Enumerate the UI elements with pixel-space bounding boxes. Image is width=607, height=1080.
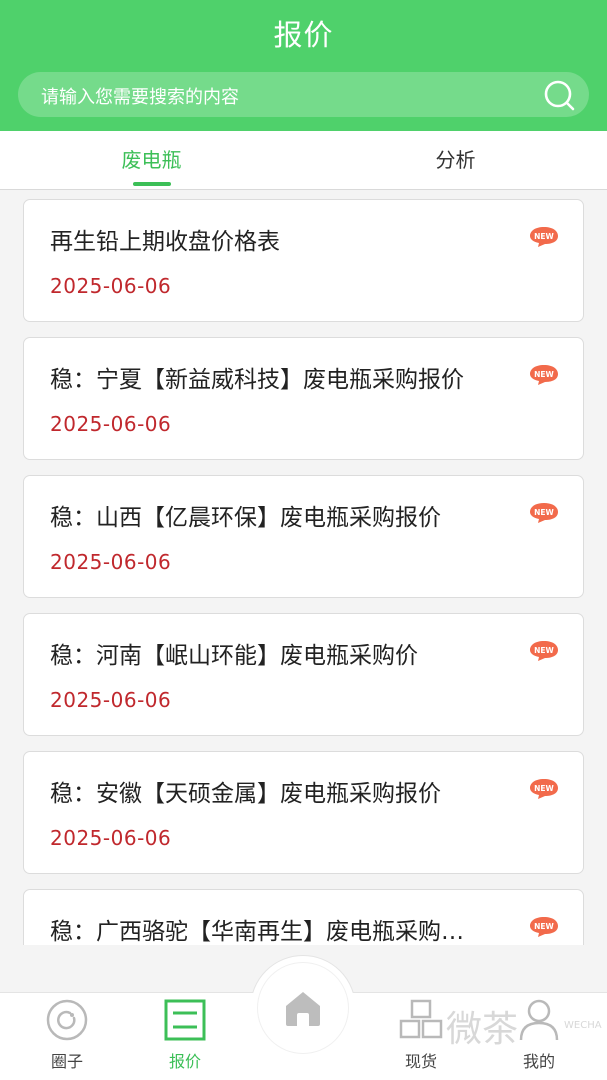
svg-text:NEW: NEW — [534, 646, 554, 655]
new-badge-icon: NEW — [530, 503, 558, 523]
svg-text:NEW: NEW — [534, 232, 554, 241]
list-item[interactable]: 再生铅上期收盘价格表 2025-06-06 NEW — [23, 199, 584, 322]
boxes-icon — [399, 999, 443, 1039]
nav-item-circle[interactable]: 圈子 — [17, 993, 117, 1080]
home-button[interactable] — [258, 963, 348, 1053]
svg-text:NEW: NEW — [534, 784, 554, 793]
nav-item-quotes[interactable]: 报价 — [135, 993, 235, 1080]
item-date: 2025-06-06 — [50, 550, 172, 574]
nav-label-quotes: 报价 — [168, 1052, 201, 1071]
new-badge-icon: NEW — [530, 227, 558, 247]
page-title: 报价 — [273, 18, 334, 52]
list-item[interactable]: 稳：广西骆驼【华南再生】废电瓶采购… NEW — [23, 889, 584, 945]
item-date: 2025-06-06 — [50, 412, 172, 436]
new-badge-icon: NEW — [530, 779, 558, 799]
nav-item-spot[interactable]: 现货 — [371, 993, 471, 1080]
list-item[interactable]: 稳：河南【岷山环能】废电瓶采购价 2025-06-06 NEW — [23, 613, 584, 736]
user-icon — [519, 999, 559, 1041]
svg-text:NEW: NEW — [534, 508, 554, 517]
svg-text:NEW: NEW — [534, 922, 554, 931]
price-list[interactable]: 再生铅上期收盘价格表 2025-06-06 NEW 稳：宁夏【新益威科技】废电瓶… — [0, 191, 607, 945]
home-icon — [286, 992, 320, 1026]
search-input[interactable]: 请输入您需要搜索的内容 — [18, 72, 589, 117]
list-item[interactable]: 稳：山西【亿晨环保】废电瓶采购报价 2025-06-06 NEW — [23, 475, 584, 598]
item-date: 2025-06-06 — [50, 826, 172, 850]
nav-label-mine: 我的 — [522, 1052, 555, 1071]
tab-bar: 废电瓶 分析 — [0, 131, 607, 190]
new-badge-icon: NEW — [530, 641, 558, 661]
item-title: 稳：山西【亿晨环保】废电瓶采购报价 — [50, 505, 441, 531]
new-badge-icon: NEW — [530, 917, 558, 937]
search-placeholder: 请输入您需要搜索的内容 — [41, 87, 239, 108]
item-title: 稳：安徽【天硕金属】废电瓶采购报价 — [50, 781, 441, 807]
nav-label-circle: 圈子 — [50, 1052, 83, 1071]
active-tab-indicator — [133, 182, 171, 186]
tab-analysis[interactable]: 分析 — [304, 131, 607, 190]
list-item[interactable]: 稳：宁夏【新益威科技】废电瓶采购报价 2025-06-06 NEW — [23, 337, 584, 460]
item-date: 2025-06-06 — [50, 688, 172, 712]
nav-item-mine[interactable]: 我的 — [489, 993, 589, 1080]
item-title: 稳：河南【岷山环能】废电瓶采购价 — [50, 643, 418, 669]
list-icon — [164, 999, 206, 1041]
header-bar: 报价 请输入您需要搜索的内容 — [0, 0, 607, 131]
item-title: 稳：广西骆驼【华南再生】废电瓶采购… — [50, 919, 464, 945]
new-badge-icon: NEW — [530, 365, 558, 385]
nav-label-spot: 现货 — [404, 1052, 437, 1071]
svg-text:NEW: NEW — [534, 370, 554, 379]
circle-icon — [46, 999, 88, 1041]
list-item[interactable]: 稳：安徽【天硕金属】废电瓶采购报价 2025-06-06 NEW — [23, 751, 584, 874]
item-title: 稳：宁夏【新益威科技】废电瓶采购报价 — [50, 367, 464, 393]
item-date: 2025-06-06 — [50, 274, 172, 298]
item-title: 再生铅上期收盘价格表 — [50, 229, 280, 255]
search-icon[interactable] — [543, 79, 575, 111]
